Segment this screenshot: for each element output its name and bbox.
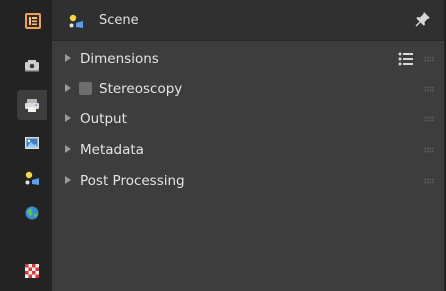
panel-stereoscopy[interactable]: Stereoscopy [52, 74, 444, 104]
tab-output[interactable] [17, 90, 47, 120]
panel-output[interactable]: Output [52, 104, 444, 134]
panel-post-processing[interactable]: Post Processing [52, 166, 444, 196]
chevron-right-icon [65, 176, 71, 184]
panel-title: Output [80, 111, 127, 127]
render-icon [25, 60, 39, 72]
panel-dimensions[interactable]: Dimensions [52, 44, 444, 74]
tab-view-layer[interactable] [17, 128, 47, 158]
output-icon [25, 99, 39, 112]
panel-title: Dimensions [80, 51, 159, 67]
tab-render[interactable] [17, 50, 47, 80]
panel-title: Stereoscopy [99, 81, 183, 97]
tab-tool[interactable] [20, 8, 46, 34]
properties-header: Scene [52, 0, 444, 41]
chevron-right-icon [65, 54, 71, 62]
drag-handle-icon[interactable] [424, 116, 434, 122]
properties-editor: Scene Dimensions Stereoscopy Output Meta… [0, 0, 446, 291]
panel-title: Post Processing [80, 173, 185, 189]
chevron-right-icon [65, 84, 71, 92]
properties-main-area: Scene Dimensions Stereoscopy Output Meta… [52, 0, 444, 291]
world-icon [25, 206, 39, 220]
chevron-right-icon [65, 145, 71, 153]
drag-handle-icon[interactable] [424, 147, 434, 153]
drag-handle-icon[interactable] [424, 56, 434, 62]
tab-texture[interactable] [17, 256, 47, 286]
stereoscopy-checkbox[interactable] [79, 82, 92, 95]
scene-icon [25, 171, 39, 185]
pin-icon[interactable] [414, 10, 432, 32]
context-title: Scene [99, 13, 139, 28]
scene-icon [68, 13, 84, 33]
tab-scene[interactable] [17, 163, 47, 193]
drag-handle-icon[interactable] [424, 178, 434, 184]
chevron-right-icon [65, 114, 71, 122]
drag-handle-icon[interactable] [424, 86, 434, 92]
presets-list-icon[interactable] [398, 51, 414, 70]
panel-title: Metadata [80, 142, 144, 158]
tab-world[interactable] [17, 198, 47, 228]
view-layer-icon [25, 137, 39, 149]
panel-metadata[interactable]: Metadata [52, 135, 444, 165]
texture-icon [25, 264, 39, 278]
tool-icon [25, 13, 41, 29]
properties-tab-bar [0, 0, 52, 291]
